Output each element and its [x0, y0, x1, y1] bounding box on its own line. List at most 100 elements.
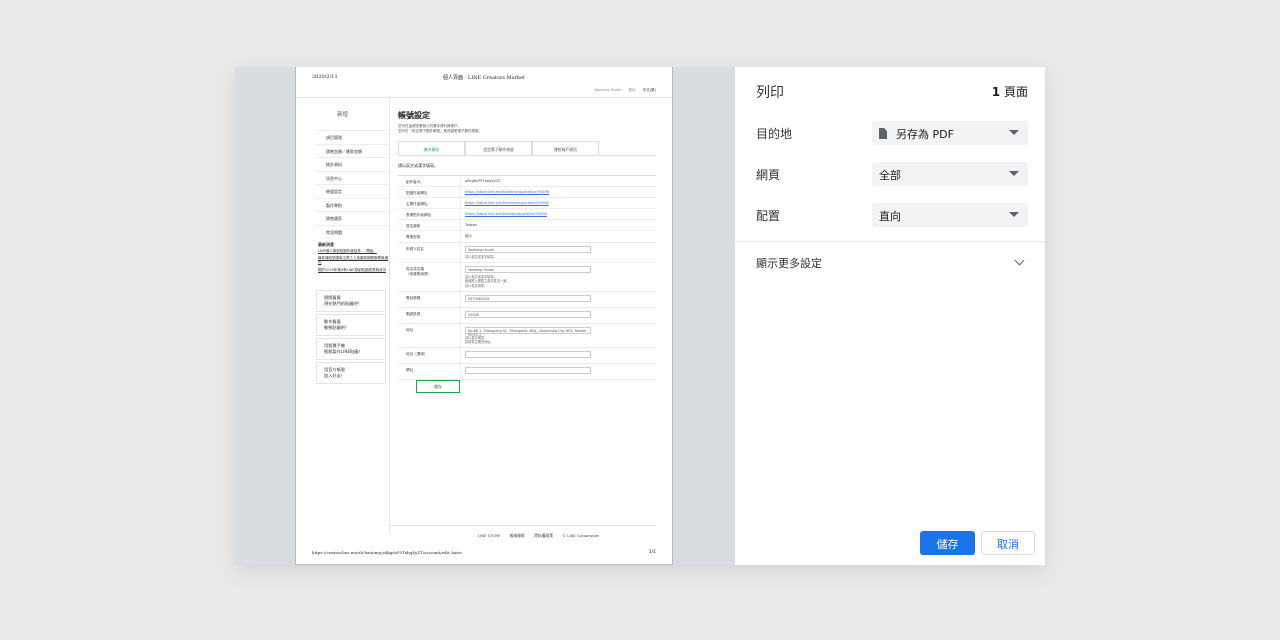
layout-value: 直向 [879, 210, 901, 223]
top-link: 中文(繁) [642, 88, 656, 92]
top-link: 登出 [628, 88, 636, 92]
field-text: Taiwan [465, 223, 478, 227]
field-label: 表情貼作者網址 [406, 213, 432, 217]
table-row: 地址 No.88-1, Zhongping St., Zhongshan Dist… [398, 323, 656, 349]
field-link: https://store.line.me/emojishop/author/9… [465, 212, 547, 216]
table-row: 表情貼作者網址 https://store.line.me/emojishop/a… [398, 209, 656, 220]
field-value: Taiwan [460, 220, 656, 230]
sidebar-item: 項目管理 [316, 130, 388, 144]
field-input: Yaoheng Hsueh [465, 266, 591, 274]
field-value: https://store.line.me/themeshop/author/9… [460, 198, 656, 208]
sidebar-item: 帳號設定 [316, 184, 388, 198]
field-note: 請以英文或漢字填寫。 與護照上登載之英文姓名一致。 請以英文填寫。 [465, 275, 510, 288]
field-label: 電話號碼 [406, 295, 421, 300]
tab-basic-info: 基本資訊 [398, 141, 465, 155]
field-label: 地址 [406, 327, 414, 332]
field-label: 申請人姓名 [406, 247, 424, 251]
page-count-number: 1 [991, 85, 1001, 99]
page-save-button: 儲存 [416, 380, 460, 393]
sidebar-item: 統計資料 [316, 157, 388, 171]
field-text: a8kg6cP5TxbqXyZT [465, 179, 501, 183]
field-value: https://store.line.me/stickershop/author… [460, 187, 656, 197]
field-value: Yaoheng Hsueh 請以英文或漢字填寫。 與護照上登載之英文姓名一致。 請… [460, 263, 656, 291]
sidebar-item: 訊息中心 [316, 170, 388, 185]
news-item: LINE個人原創貼圖年度結算 ... 開始。 [318, 249, 377, 253]
field-text: 個人 [465, 234, 473, 238]
preview-page: 2020/2/11 個人頁面 - LINE Creators Market Ya… [295, 67, 673, 565]
pages-value: 全部 [879, 169, 901, 182]
table-row: 居住國家 Taiwan [398, 220, 656, 231]
field-value: a8kg6cP5TxbqXyZT [460, 176, 656, 186]
promo-box: 實際看看 現在熱門的貼圖吧！ [316, 290, 386, 312]
chevron-down-icon[interactable] [1014, 255, 1025, 266]
field-input [465, 367, 591, 375]
field-value: 20046 [460, 307, 656, 323]
news-item: 最新通知貼圖與主題之上架審核期間服務與通知 [318, 256, 388, 265]
save-button[interactable]: 儲存 [920, 531, 975, 555]
field-value: https://store.line.me/emojishop/author/9… [460, 209, 656, 219]
field-input [465, 351, 591, 359]
field-label: 姓名或名稱 （依護照填寫） [406, 267, 432, 277]
pages-select[interactable]: 全部 [872, 162, 1028, 186]
destination-label: 目的地 [756, 127, 793, 141]
required-note: 請以英文或漢字填寫。 [398, 163, 438, 168]
promo-box: 用官方帳號 加入好友！ [316, 362, 386, 384]
page-url: https://creator.line.me/zh-hant/my/a8kg6… [312, 550, 462, 555]
cancel-button[interactable]: 取消 [981, 531, 1035, 555]
table-row: 郵遞區號 20046 [398, 307, 656, 324]
sidebar-title: 新增 [336, 112, 348, 118]
promo-box: 用智慧手機 輕鬆製作LINE貼圖！ [316, 338, 386, 360]
promo-box: 動作看看 動態貼圖吧！ [316, 314, 386, 336]
layout-select[interactable]: 直向 [872, 203, 1028, 227]
print-preview-area: 2020/2/11 個人頁面 - LINE Creators Market Ya… [235, 67, 735, 565]
page-sidebar: 新增 項目管理 銷售金額／匯款金額 統計資料 訊息中心 帳號設定 製作準則 銷售… [296, 97, 390, 534]
news-heading: 最新消息 [318, 242, 334, 247]
field-label: 創作者ID [406, 180, 421, 184]
field-label: 貼圖作者網址 [406, 191, 428, 195]
tab-bank: 匯款帳戶資訊 [532, 141, 599, 155]
more-settings-label[interactable]: 顯示更多設定 [756, 255, 822, 271]
tab-bar: 基本資訊 設定電子郵件帳號 匯款帳戶資訊 [398, 141, 656, 156]
field-value: 個人 [460, 231, 656, 242]
dialog-title: 列印 [756, 85, 784, 101]
sidebar-item: 製作準則 [316, 197, 388, 212]
footer-link: 隱私權政策 [534, 533, 554, 538]
table-row: 貼圖作者網址 https://store.line.me/stickershop/… [398, 187, 656, 198]
document-icon [879, 128, 887, 139]
table-row: 電話號碼 0970962035 [398, 291, 656, 308]
news-item: 關於2019年第4季LINE原創貼圖成長與狀況 [318, 267, 386, 272]
page-top-links: Yaoheng Hsueh 登出 中文(繁) [589, 88, 656, 93]
account-table: 創作者ID a8kg6cP5TxbqXyZT 貼圖作者網址 https://store… [398, 175, 656, 381]
field-value: 0970962035 [460, 291, 656, 307]
table-row: 專業型態 個人 [398, 231, 656, 243]
table-row: 姓名或名稱 （依護照填寫） Yaoheng Hsueh 請以英文或漢字填寫。 與護照… [398, 263, 656, 292]
field-value: Yaoheng Hsueh 請以英文或漢字填寫。 [460, 243, 656, 263]
field-note: 請以英文填寫。 請填寫正確的地址。 [465, 335, 494, 345]
field-label: 網址 [406, 368, 414, 373]
destination-select[interactable]: 另存為 PDF [872, 121, 1028, 145]
field-input: 0970962035 [465, 294, 591, 302]
footer-link: LINE STORE [478, 533, 501, 538]
dropdown-arrow-icon [1009, 212, 1019, 217]
field-value [460, 364, 656, 380]
footer-link: 服務條款 [509, 533, 525, 538]
layout-label: 配置 [756, 209, 781, 223]
table-row: 網址 [398, 364, 656, 381]
field-input: 20046 [465, 310, 591, 318]
field-note: 請以英文或漢字填寫。 [465, 255, 497, 259]
field-label: 郵遞區號 [406, 311, 421, 316]
page-main: 帳號設定 您可在這裡查看個人的基本資料與帳戶。 您可在「設定電子郵件帳號」更改變… [398, 105, 656, 534]
field-value: No.88-1, Zhongping St., Zhongshan Dist.,… [460, 323, 656, 348]
field-value [460, 348, 656, 364]
field-input: Yaoheng Hsueh [465, 246, 591, 253]
sidebar-item: 銷售金額／匯款金額 [316, 143, 388, 158]
table-row: 主題作者網址 https://store.line.me/themeshop/au… [398, 198, 656, 209]
field-label: 主題作者網址 [406, 202, 428, 206]
field-label: 地址（選填） [406, 352, 428, 357]
page-footer: LINE STORE 服務條款 隱私權政策 © LINE Corporation [478, 533, 607, 539]
divider [390, 525, 656, 526]
field-link: https://store.line.me/themeshop/author/9… [465, 201, 549, 205]
page-count: 1 頁面 [992, 83, 1028, 100]
field-label: 居住國家 [406, 224, 421, 228]
field-label: 專業型態 [406, 235, 421, 239]
